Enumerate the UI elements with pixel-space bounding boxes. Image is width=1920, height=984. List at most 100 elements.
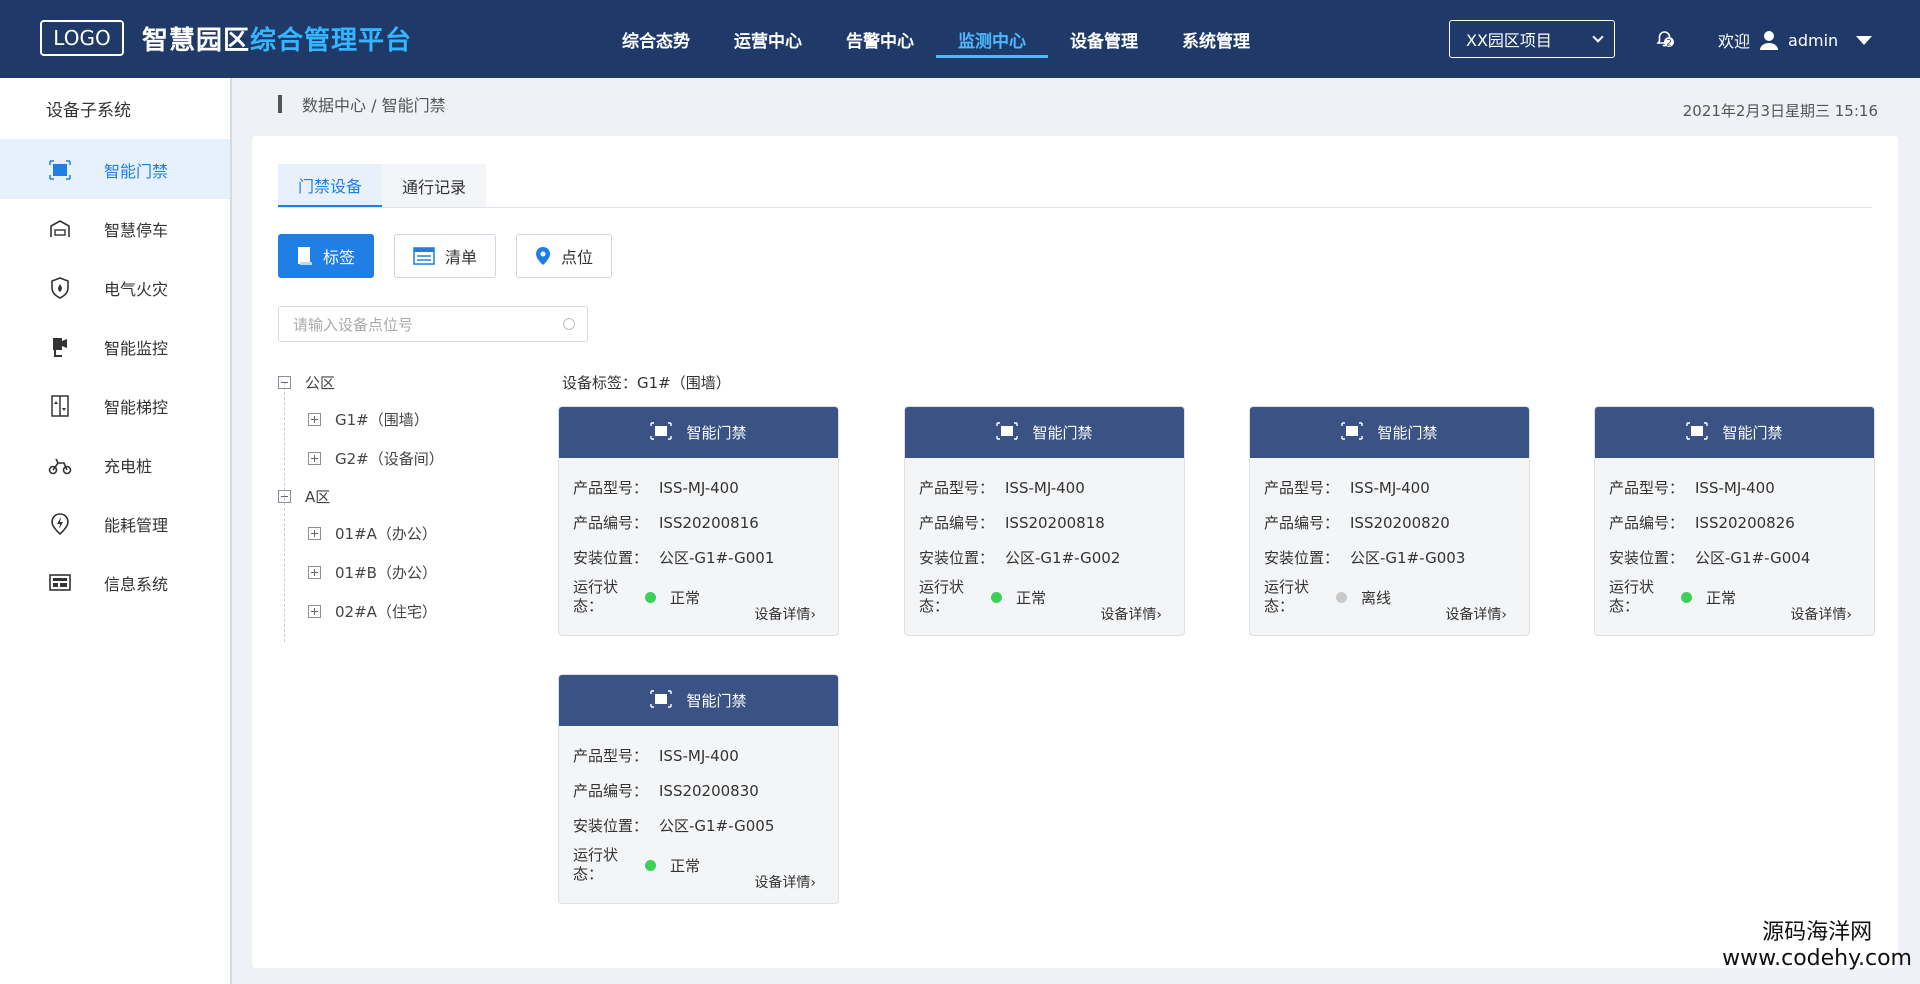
search-icon[interactable] xyxy=(563,318,575,330)
card-header: 智能门禁 xyxy=(559,675,838,726)
model-value: ISS-MJ-400 xyxy=(1005,478,1085,497)
chevron-right-icon: › xyxy=(1846,607,1852,623)
expand-icon[interactable] xyxy=(308,605,321,618)
sidebar-item-monitoring[interactable]: 智能监控 xyxy=(0,317,230,376)
status-dot xyxy=(991,591,1002,603)
location-key: 安装位置： xyxy=(573,817,649,835)
point-view-button[interactable]: 点位 xyxy=(516,234,613,278)
tag-view-icon xyxy=(298,247,312,265)
collapse-icon[interactable] xyxy=(278,375,291,389)
serial-value: ISS20200816 xyxy=(659,513,759,532)
model-key: 产品型号： xyxy=(573,479,649,497)
sidebar-item-info-system[interactable]: 信息系统 xyxy=(0,553,230,612)
sidebar-item-label: 信息系统 xyxy=(104,574,169,594)
device-detail-link[interactable]: 设备详情› xyxy=(754,604,816,624)
elevator-icon xyxy=(46,394,74,418)
tab-door-devices[interactable]: 门禁设备 xyxy=(278,164,383,207)
list-view-button[interactable]: 清单 xyxy=(394,234,497,278)
detail-label: 设备详情 xyxy=(1445,607,1502,623)
username: admin xyxy=(1788,30,1839,50)
location-key: 安装位置： xyxy=(919,549,995,567)
device-card[interactable]: 智能门禁 产品型号： ISS-MJ-400 产品编号： ISS20200820 安装… xyxy=(1249,406,1530,636)
list-view-label: 清单 xyxy=(445,248,478,267)
card-header: 智能门禁 xyxy=(905,407,1184,458)
search-placeholder: 请输入设备点位号 xyxy=(293,315,414,334)
tree-node-g2[interactable]: G2#（设备间） xyxy=(278,439,508,478)
model-key: 产品型号： xyxy=(573,747,649,765)
tree-node-01a[interactable]: 01#A（办公） xyxy=(278,514,508,553)
project-select-value: XX园区项目 xyxy=(1466,31,1552,50)
status-value: 正常 xyxy=(1016,588,1047,607)
device-detail-link[interactable]: 设备详情› xyxy=(1445,604,1507,624)
tree-node-g1[interactable]: G1#（围墙） xyxy=(278,400,508,439)
project-select[interactable]: XX园区项目 xyxy=(1449,20,1615,58)
device-tag-label: 设备标签：G1#（围墙） xyxy=(562,374,731,392)
tab-access-records[interactable]: 通行记录 xyxy=(382,164,487,207)
collapse-icon[interactable] xyxy=(278,489,291,503)
nav-monitoring[interactable]: 监测中心 xyxy=(936,0,1048,78)
nav-overview[interactable]: 综合态势 xyxy=(600,0,712,78)
device-card[interactable]: 智能门禁 产品型号： ISS-MJ-400 产品编号： ISS20200826 安装… xyxy=(1594,406,1875,636)
model-value: ISS-MJ-400 xyxy=(1350,478,1430,497)
location-key: 安装位置： xyxy=(1609,549,1685,567)
tree-node-label: G1#（围墙） xyxy=(335,411,429,429)
camera-icon xyxy=(46,335,74,359)
device-card[interactable]: 智能门禁 产品型号： ISS-MJ-400 产品编号： ISS20200830 安装… xyxy=(558,674,839,904)
user-icon xyxy=(1760,31,1779,50)
breadcrumb-marker xyxy=(278,95,282,113)
platform-title: 智慧园区综合管理平台 xyxy=(142,20,412,57)
tree-node-label: 01#A（办公） xyxy=(335,525,437,543)
sidebar-item-label: 智能门禁 xyxy=(104,161,169,181)
expand-icon[interactable] xyxy=(308,527,321,540)
detail-label: 设备详情 xyxy=(754,607,811,623)
sidebar-title: 设备子系统 xyxy=(0,78,230,140)
device-detail-link[interactable]: 设备详情› xyxy=(754,872,816,892)
sidebar-item-label: 智慧停车 xyxy=(104,220,169,240)
sidebar-item-parking[interactable]: 智慧停车 xyxy=(0,199,230,258)
chevron-right-icon: › xyxy=(810,607,816,623)
sidebar-item-elevator[interactable]: 智能梯控 xyxy=(0,376,230,435)
sidebar-item-door-access[interactable]: 智能门禁 xyxy=(0,140,230,199)
tab-bar: 门禁设备 通行记录 xyxy=(278,164,1872,208)
card-title: 智能门禁 xyxy=(1032,424,1093,442)
device-detail-link[interactable]: 设备详情› xyxy=(1100,604,1162,624)
nav-operations[interactable]: 运营中心 xyxy=(712,0,824,78)
nav-alerts[interactable]: 告警中心 xyxy=(824,0,936,78)
tree-node-label: A区 xyxy=(305,487,331,506)
card-body: 产品型号： ISS-MJ-400 产品编号： ISS20200818 安装位置： 公区… xyxy=(905,458,1184,635)
sidebar-item-charging[interactable]: 充电桩 xyxy=(0,435,230,494)
card-body: 产品型号： ISS-MJ-400 产品编号： ISS20200816 安装位置： 公区… xyxy=(559,458,838,635)
tree-node-02a[interactable]: 02#A（住宅） xyxy=(278,592,508,631)
device-card[interactable]: 智能门禁 产品型号： ISS-MJ-400 产品编号： ISS20200818 安装… xyxy=(904,406,1185,636)
expand-icon[interactable] xyxy=(308,452,321,465)
card-body: 产品型号： ISS-MJ-400 产品编号： ISS20200830 安装位置： 公区… xyxy=(559,726,838,903)
model-value: ISS-MJ-400 xyxy=(1695,478,1775,497)
detail-label: 设备详情 xyxy=(1790,607,1847,623)
device-card[interactable]: 智能门禁 产品型号： ISS-MJ-400 产品编号： ISS20200816 安装… xyxy=(558,406,839,636)
sidebar-item-label: 智能监控 xyxy=(104,338,169,358)
search-input[interactable]: 请输入设备点位号 xyxy=(278,306,588,342)
parking-icon xyxy=(46,217,74,241)
bell-icon[interactable]: 2 xyxy=(1654,28,1674,49)
status-dot xyxy=(645,859,656,871)
tree-node-01b[interactable]: 01#B（办公） xyxy=(278,553,508,592)
tag-view-button[interactable]: 标签 xyxy=(278,234,375,278)
tree-node-public-area[interactable]: 公区 xyxy=(278,364,508,400)
model-key: 产品型号： xyxy=(1609,479,1685,497)
nav-devices[interactable]: 设备管理 xyxy=(1048,0,1160,78)
device-detail-link[interactable]: 设备详情› xyxy=(1790,604,1852,624)
serial-value: ISS20200830 xyxy=(659,781,759,800)
card-header: 智能门禁 xyxy=(1595,407,1874,458)
status-value: 离线 xyxy=(1361,588,1392,607)
chevron-right-icon: › xyxy=(1501,607,1507,623)
user-menu[interactable]: 欢迎 admin xyxy=(1718,28,1873,52)
expand-icon[interactable] xyxy=(308,413,321,426)
sidebar-item-energy[interactable]: 能耗管理 xyxy=(0,494,230,553)
expand-icon[interactable] xyxy=(308,566,321,579)
nav-system[interactable]: 系统管理 xyxy=(1160,0,1272,78)
charging-icon xyxy=(46,453,74,477)
alert-count: 2 xyxy=(1666,39,1672,49)
fire-shield-icon xyxy=(46,276,74,300)
sidebar-item-electrical-fire[interactable]: 电气火灾 xyxy=(0,258,230,317)
tree-node-area-a[interactable]: A区 xyxy=(278,478,508,514)
